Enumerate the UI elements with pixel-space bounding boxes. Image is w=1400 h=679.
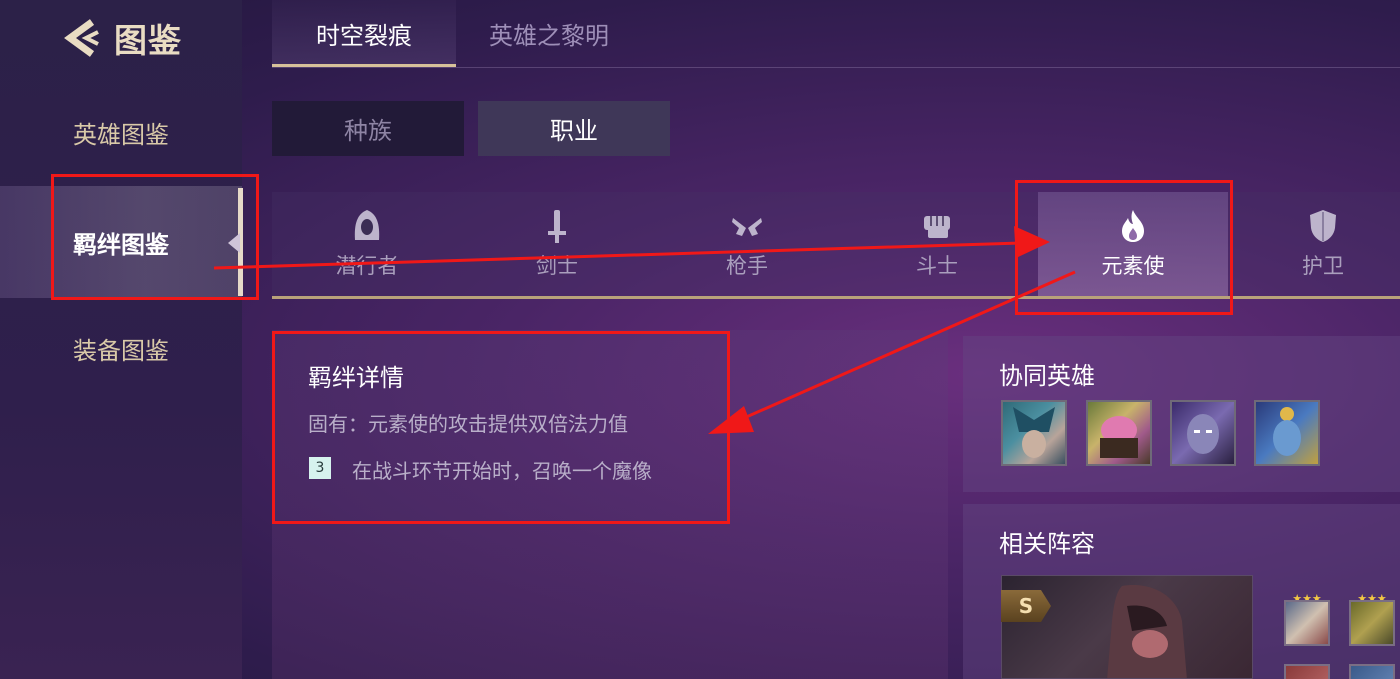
lineup-hero[interactable]	[1349, 600, 1395, 646]
page-title: 图鉴	[114, 21, 182, 60]
lineup-hero[interactable]	[1349, 664, 1395, 679]
annotation-box-detail	[272, 331, 730, 524]
tab-dawn[interactable]: 英雄之黎明	[456, 0, 642, 66]
hero-portrait[interactable]	[1254, 400, 1320, 466]
hero-face-icon	[1273, 407, 1301, 456]
class-tab-gunner[interactable]: 枪手	[652, 192, 842, 296]
hood-icon	[354, 210, 380, 240]
lineup-hero[interactable]	[1284, 600, 1330, 646]
back-arrow-icon	[64, 19, 99, 57]
hero-face-icon	[1013, 407, 1055, 458]
shield-icon	[1310, 210, 1336, 242]
lineup-title: 相关阵容	[999, 530, 1095, 558]
class-label: 剑士	[536, 254, 578, 278]
tab-rift[interactable]: 时空裂痕	[272, 0, 456, 66]
hero-face-icon	[1100, 416, 1138, 458]
class-tab-swordsman[interactable]: 剑士	[462, 192, 652, 296]
class-label: 枪手	[726, 254, 768, 278]
guns-icon	[732, 218, 762, 236]
lineup-hero[interactable]	[1284, 664, 1330, 679]
divider	[272, 67, 1400, 68]
annotation-box-elementalist	[1015, 180, 1233, 315]
class-tab-guardian[interactable]: 护卫	[1228, 192, 1400, 296]
sidebar-item-heroes[interactable]: 英雄图鉴	[0, 104, 242, 160]
grade-badge: S	[1001, 590, 1051, 622]
back-button[interactable]: 图鉴	[62, 14, 182, 62]
annotation-box-bonds	[51, 174, 259, 300]
class-label: 护卫	[1302, 254, 1344, 278]
sword-icon	[548, 210, 566, 243]
synergy-title: 协同英雄	[999, 362, 1095, 390]
class-label: 斗士	[916, 254, 958, 278]
class-button[interactable]: 职业	[478, 101, 670, 156]
race-button[interactable]: 种族	[272, 101, 464, 156]
hero-portrait[interactable]	[1001, 400, 1067, 466]
class-tab-brawler[interactable]: 斗士	[842, 192, 1032, 296]
sidebar-item-items[interactable]: 装备图鉴	[0, 320, 242, 376]
class-label: 潜行者	[335, 254, 399, 278]
hero-portrait[interactable]	[1170, 400, 1236, 466]
class-tab-assassin[interactable]: 潜行者	[272, 192, 462, 296]
fist-icon	[924, 216, 950, 238]
hero-face-icon	[1187, 414, 1219, 454]
hero-portrait[interactable]	[1086, 400, 1152, 466]
